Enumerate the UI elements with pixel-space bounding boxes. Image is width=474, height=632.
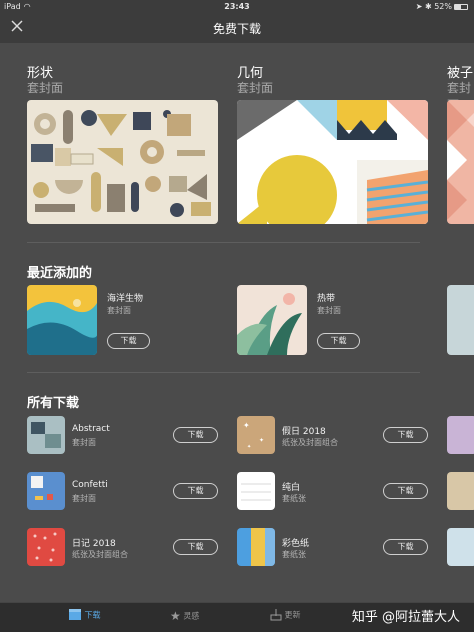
battery-icon [454,3,468,10]
nav-bar: 免费下载 [0,13,474,43]
status-bar: iPad ◠ 23:43 ➤ ✱ 52% [0,0,474,13]
clock: 23:43 [224,2,250,11]
download-button-tropical[interactable]: 下载 [317,333,360,349]
recent-thumb-ocean[interactable] [27,285,97,355]
download-button-ocean[interactable]: 下载 [107,333,150,349]
page-title: 免费下载 [212,22,261,36]
tab-inspiration[interactable]: ★ 灵感 [170,609,199,623]
featured-card-quilt[interactable] [447,100,474,224]
colored-paper-artwork [251,528,275,566]
recent-title-tropical: 热带 [317,294,336,304]
svg-text:✦: ✦ [243,421,250,430]
recent-thumb-partial[interactable] [447,285,474,355]
thumb-colored-paper[interactable] [237,528,275,566]
thumb-partial-2[interactable] [447,472,474,510]
recent-subtitle-tropical: 套封面 [317,306,341,315]
bluetooth-icon: ✱ [424,2,432,11]
thumb-abstract[interactable] [27,416,65,454]
ocean-artwork [27,285,97,355]
holiday-artwork: ✦ ✦ ✦ [243,421,264,450]
featured-subtitle-geometry: 套封面 [237,81,274,95]
section-divider [27,372,420,373]
all-heading: 所有下载 [27,396,80,411]
download-tray-icon [270,609,282,621]
subtitle-confetti: 套封面 [72,494,96,503]
watermark: 知乎 @阿拉蕾大人 [351,610,460,625]
recent-heading: 最近添加的 [27,266,93,281]
battery-status: ➤ ✱ 52% [416,2,468,11]
title-colored-paper: 彩色纸 [282,539,310,549]
title-holiday-2018: 假日 2018 [282,427,326,437]
tab-download-label: 下载 [84,610,101,620]
thumb-confetti[interactable] [27,472,65,510]
featured-subtitle-shapes: 套封面 [27,81,64,95]
store-icon [69,609,81,620]
recent-subtitle-ocean: 套封面 [107,306,131,315]
thumb-partial-3[interactable] [447,528,474,566]
svg-text:✦: ✦ [259,437,264,444]
thumb-partial-1[interactable] [447,416,474,454]
confetti-artwork [31,476,53,500]
recent-thumb-tropical[interactable] [237,285,307,355]
tab-updates-label: 更新 [284,610,301,620]
subtitle-pure-white: 套纸张 [282,494,306,503]
abstract-artwork [31,422,61,448]
tab-updates[interactable]: 更新 [270,609,301,621]
title-pure-white: 纯白 [282,483,301,493]
diary-artwork [33,532,57,562]
featured-card-geometry[interactable] [237,100,428,224]
tropical-artwork [237,293,302,355]
geometry-artwork [237,100,428,224]
title-abstract: Abstract [72,424,110,434]
download-button-holiday-2018[interactable]: 下载 [383,427,428,443]
location-icon: ➤ [415,2,423,11]
white-paper-artwork [241,483,271,501]
recent-title-ocean: 海洋生物 [107,294,144,304]
subtitle-holiday-2018: 纸张及封面组合 [282,438,338,447]
thumb-holiday-2018[interactable]: ✦ ✦ ✦ [237,416,275,454]
quilt-artwork [447,100,474,220]
tab-download[interactable]: 下载 [68,609,101,621]
download-button-diary-2018[interactable]: 下载 [173,539,218,555]
title-confetti: Confetti [72,480,108,490]
svg-text:✦: ✦ [247,444,251,450]
download-button-pure-white[interactable]: 下载 [383,483,428,499]
shapes-artwork [31,110,211,217]
thumb-pure-white[interactable] [237,472,275,510]
tab-inspiration-label: 灵感 [183,611,200,621]
subtitle-colored-paper: 套纸张 [282,550,306,559]
section-divider [27,242,420,243]
download-button-abstract[interactable]: 下载 [173,427,218,443]
subtitle-abstract: 套封面 [72,438,96,447]
thumb-diary-2018[interactable] [27,528,65,566]
title-diary-2018: 日记 2018 [72,539,116,549]
star-icon: ★ [170,609,181,623]
download-button-confetti[interactable]: 下载 [173,483,218,499]
download-button-colored-paper[interactable]: 下载 [383,539,428,555]
subtitle-diary-2018: 纸张及封面组合 [72,550,128,559]
featured-card-shapes[interactable] [27,100,218,224]
